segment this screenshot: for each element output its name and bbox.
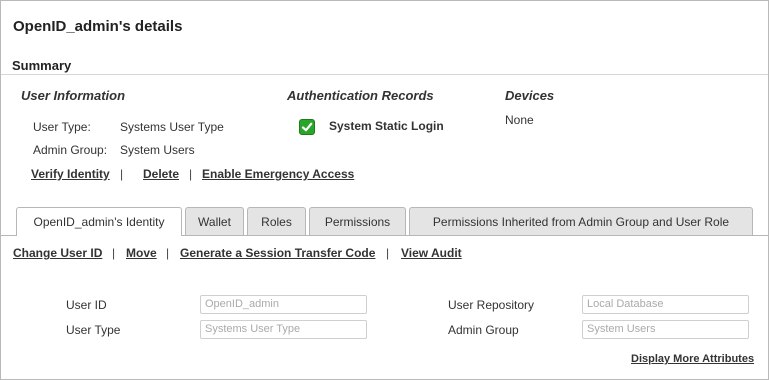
summary-heading: Summary bbox=[12, 58, 72, 73]
user-id-field[interactable]: OpenID_admin bbox=[200, 295, 367, 314]
view-audit-link[interactable]: View Audit bbox=[401, 246, 462, 260]
separator: | bbox=[112, 246, 116, 260]
admin-group-label: Admin Group: bbox=[33, 143, 108, 157]
display-more-attributes-link[interactable]: Display More Attributes bbox=[631, 353, 754, 365]
details-panel: OpenID_admin's details Summary User Info… bbox=[0, 0, 769, 380]
devices-value: None bbox=[505, 113, 534, 127]
user-type-field-label: User Type bbox=[66, 323, 121, 337]
separator: | bbox=[120, 167, 124, 181]
delete-link[interactable]: Delete bbox=[143, 167, 179, 181]
verify-identity-link[interactable]: Verify Identity bbox=[31, 167, 110, 181]
separator: | bbox=[166, 246, 170, 260]
green-check-icon bbox=[299, 119, 315, 135]
separator: | bbox=[189, 167, 193, 181]
authentication-records-heading: Authentication Records bbox=[287, 88, 434, 103]
devices-heading: Devices bbox=[505, 88, 555, 103]
change-user-id-link[interactable]: Change User ID bbox=[13, 246, 102, 260]
tab-permissions[interactable]: Permissions bbox=[309, 207, 406, 235]
user-id-label: User ID bbox=[66, 298, 107, 312]
admin-group-field[interactable]: System Users bbox=[582, 320, 749, 339]
generate-session-transfer-code-link[interactable]: Generate a Session Transfer Code bbox=[180, 246, 375, 260]
admin-group-value: System Users bbox=[120, 143, 195, 157]
tab-identity[interactable]: OpenID_admin's Identity bbox=[16, 207, 182, 236]
tab-permissions-inherited[interactable]: Permissions Inherited from Admin Group a… bbox=[409, 207, 753, 235]
move-link[interactable]: Move bbox=[126, 246, 157, 260]
user-repository-label: User Repository bbox=[448, 298, 535, 312]
separator: | bbox=[386, 246, 390, 260]
page-title: OpenID_admin's details bbox=[13, 18, 183, 35]
tab-wallet[interactable]: Wallet bbox=[185, 207, 244, 235]
user-type-label: User Type: bbox=[33, 120, 91, 134]
tab-roles[interactable]: Roles bbox=[247, 207, 306, 235]
user-repository-field[interactable]: Local Database bbox=[582, 295, 749, 314]
user-type-value: Systems User Type bbox=[120, 120, 224, 134]
enable-emergency-access-link[interactable]: Enable Emergency Access bbox=[202, 167, 354, 181]
admin-group-field-label: Admin Group bbox=[448, 323, 519, 337]
user-information-heading: User Information bbox=[21, 88, 126, 103]
user-type-field[interactable]: Systems User Type bbox=[200, 320, 367, 339]
auth-record-name: System Static Login bbox=[329, 119, 444, 133]
summary-divider bbox=[1, 74, 768, 75]
